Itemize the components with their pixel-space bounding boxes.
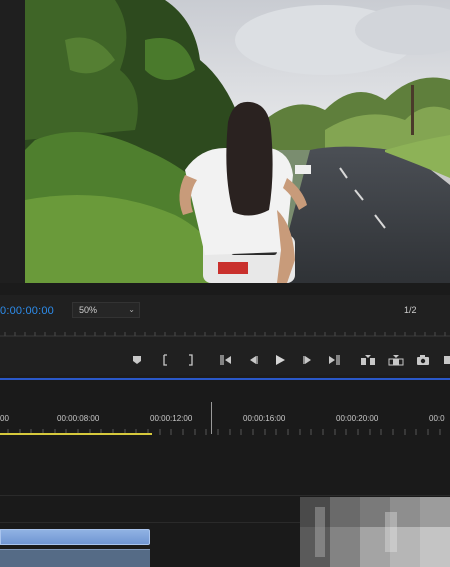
playback-resolution-select[interactable]: 1/2 — [404, 302, 450, 318]
go-to-in-button[interactable] — [216, 350, 236, 370]
insert-button[interactable] — [358, 350, 378, 370]
ruler-label: 00 — [0, 414, 9, 423]
zoom-level-select[interactable]: 50% ⌄ — [72, 302, 140, 318]
chevron-down-icon: ⌄ — [128, 305, 135, 314]
transport-controls — [0, 346, 450, 374]
step-back-icon — [250, 356, 258, 364]
monitor-time-ruler[interactable] — [0, 330, 450, 338]
go-to-in-icon — [220, 355, 231, 365]
playhead-marker[interactable] — [211, 402, 212, 434]
play-button[interactable] — [270, 350, 290, 370]
overwrite-icon — [388, 355, 404, 366]
button-editor-button[interactable] — [438, 350, 450, 370]
export-frame-button[interactable] — [413, 350, 433, 370]
video-frame-image — [25, 0, 450, 283]
pixelated-watermark — [300, 497, 450, 567]
insert-icon — [361, 355, 375, 365]
go-to-out-icon — [329, 355, 340, 365]
timeline-ruler-ticks — [0, 429, 441, 435]
video-preview[interactable] — [25, 0, 450, 283]
ruler-label: 00:00:20:00 — [336, 414, 379, 423]
track-divider — [0, 495, 450, 496]
ruler-label: 00:00:16:00 — [243, 414, 286, 423]
step-forward-icon — [303, 356, 311, 364]
mark-out-button[interactable] — [181, 350, 201, 370]
ruler-label: 00:0 — [429, 414, 445, 423]
play-icon — [276, 355, 285, 365]
audio-clip[interactable] — [0, 549, 150, 567]
video-clip[interactable] — [0, 529, 150, 545]
zoom-level-value: 50% — [79, 305, 98, 315]
add-marker-button[interactable] — [127, 350, 147, 370]
playhead-timecode[interactable]: 0:00:00:00 — [0, 305, 54, 317]
mark-out-icon — [189, 354, 193, 366]
overwrite-button[interactable] — [386, 350, 406, 370]
mark-in-icon — [163, 354, 167, 366]
step-forward-button[interactable] — [298, 350, 318, 370]
monitor-left-strip — [0, 0, 25, 283]
step-back-button[interactable] — [243, 350, 263, 370]
panel-icon — [444, 356, 450, 364]
camera-icon — [417, 355, 429, 365]
mark-in-button[interactable] — [156, 350, 176, 370]
ruler-label: 00:00:12:00 — [150, 414, 193, 423]
marker-icon — [133, 356, 141, 364]
go-to-out-button[interactable] — [324, 350, 344, 370]
ruler-label: 00:00:08:00 — [57, 414, 100, 423]
